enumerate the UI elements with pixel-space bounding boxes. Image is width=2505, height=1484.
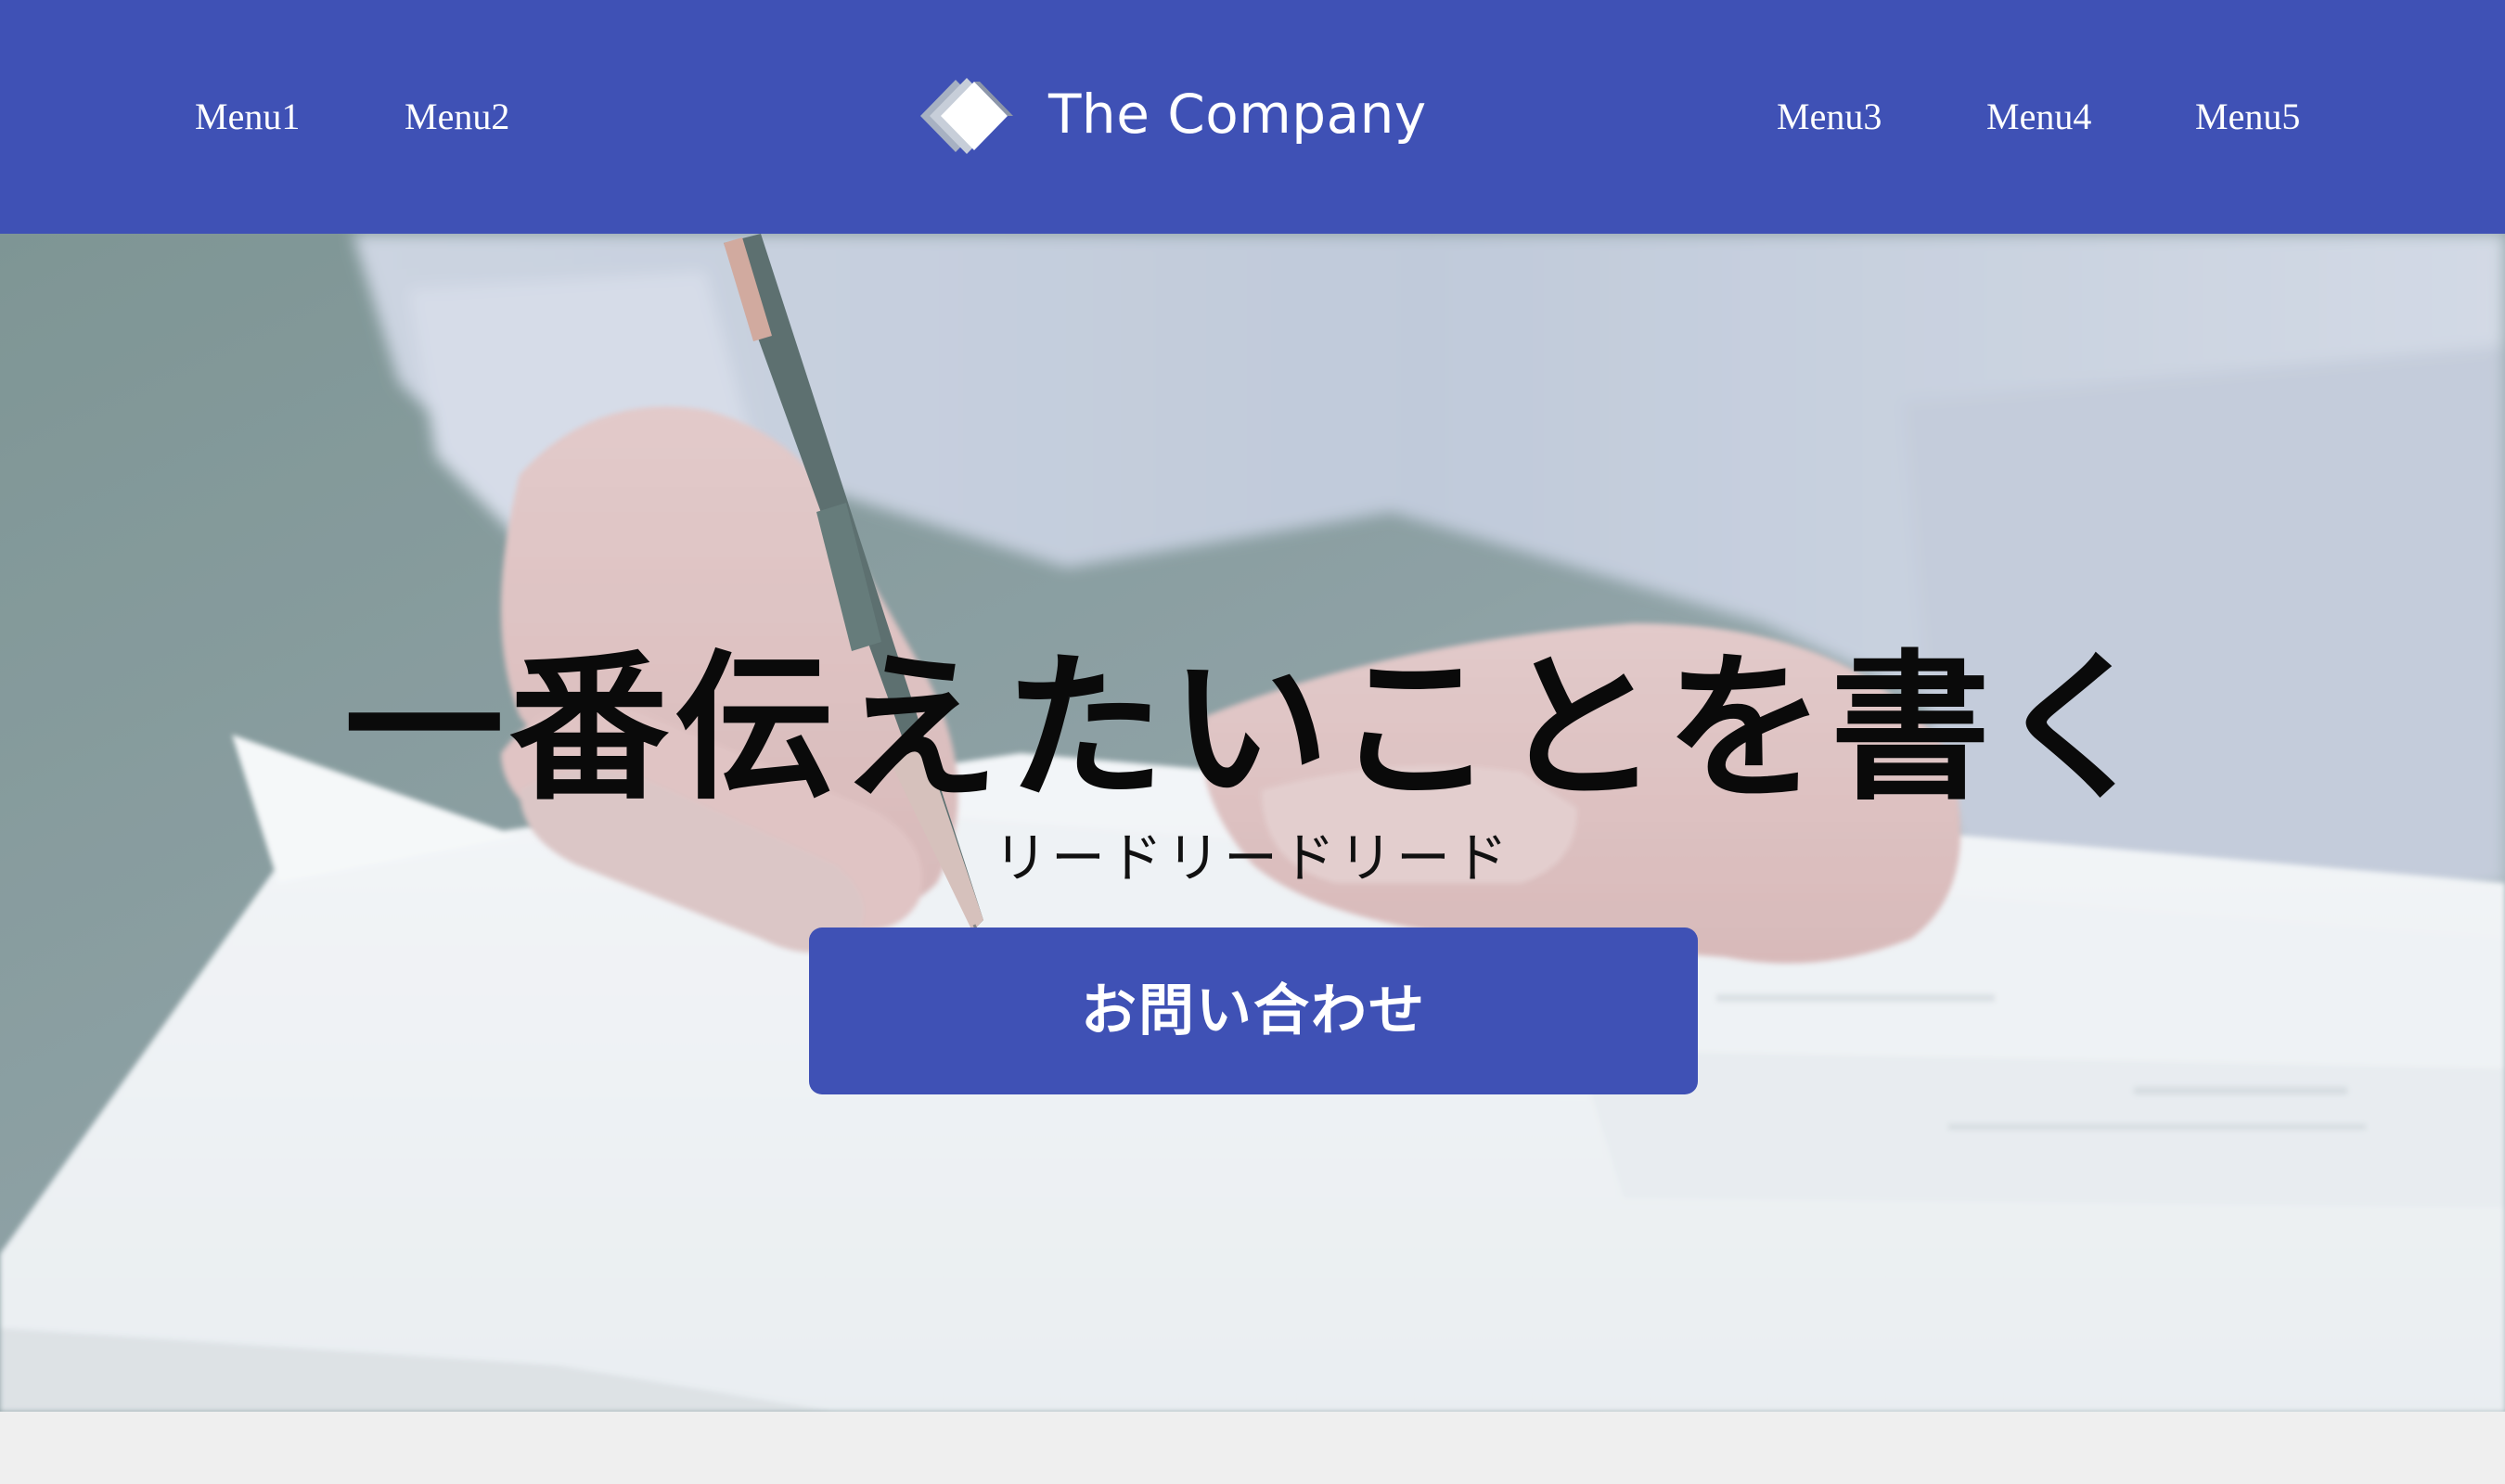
nav-menu1-link[interactable]: Menu1 (195, 89, 300, 145)
diamond-logo-icon (920, 78, 1013, 154)
nav-menu3-link[interactable]: Menu3 (1777, 89, 1882, 145)
hero-title: 一番伝えたいことを書く (344, 633, 2161, 823)
hero-section: 一番伝えたいことを書く リードリードリード お問い合わせ (0, 234, 2505, 1412)
nav-menu4-link[interactable]: Menu4 (1986, 89, 2091, 145)
contact-button[interactable]: お問い合わせ (809, 928, 1698, 1094)
hero-lead-text: リードリードリード (993, 826, 1511, 889)
nav-menu5-link[interactable]: Menu5 (2195, 89, 2300, 145)
site-header: Menu1 Menu2 The Company Menu3 Menu4 Menu… (0, 0, 2505, 234)
company-logo[interactable]: The Company (909, 65, 1426, 167)
page-bottom-strip (0, 1412, 2505, 1484)
nav-menu2-link[interactable]: Menu2 (405, 89, 509, 145)
logo-text: The Company (1048, 83, 1427, 146)
